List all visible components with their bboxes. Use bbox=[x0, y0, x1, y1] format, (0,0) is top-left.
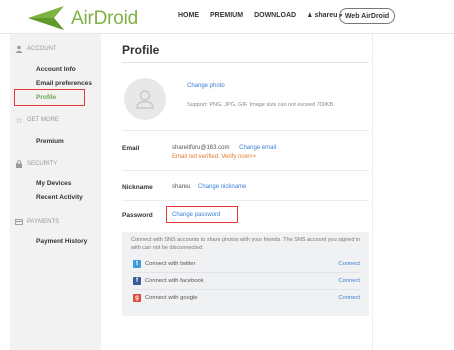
divider bbox=[122, 62, 369, 63]
email-verify-warning[interactable]: Email not verified. Verify now>> bbox=[172, 154, 256, 160]
user-menu[interactable]: ♟ shareu▼ bbox=[307, 12, 343, 19]
nickname-value: shareu bbox=[172, 184, 191, 190]
avatar[interactable] bbox=[124, 78, 166, 120]
sns-description: Connect with SNS accounts to share photo… bbox=[131, 237, 361, 251]
nav-premium[interactable]: PREMIUM bbox=[210, 12, 243, 19]
sns-label: Connect with twitter bbox=[145, 261, 196, 267]
sidebar-item-premium[interactable]: Premium bbox=[36, 138, 64, 145]
sidebar-section-getmore: ☆ GET MORE bbox=[15, 115, 59, 125]
twitter-icon: t bbox=[133, 260, 141, 268]
card-icon bbox=[15, 218, 23, 226]
user-placeholder-icon bbox=[136, 90, 154, 109]
sns-label: Connect with google bbox=[145, 295, 198, 301]
airdroid-logo-icon bbox=[28, 6, 64, 30]
profile-panel: Profile Change photo Support: PNG, JPG, … bbox=[112, 34, 372, 350]
top-header: AirDroid HOME PREMIUM DOWNLOAD ♟ shareu▼ … bbox=[0, 0, 454, 34]
email-row: shareitforu@163.com Change email bbox=[172, 145, 276, 151]
sns-row-google: g Connect with google Connect bbox=[133, 292, 360, 304]
change-nickname-link[interactable]: Change nickname bbox=[198, 184, 246, 190]
logo-text: AirDroid bbox=[71, 7, 139, 29]
change-password-highlight-box bbox=[166, 206, 238, 223]
divider bbox=[122, 170, 369, 171]
lock-icon bbox=[15, 160, 23, 168]
google-icon: g bbox=[133, 294, 141, 302]
nav-download[interactable]: DOWNLOAD bbox=[254, 12, 296, 19]
photo-support-text: Support: PNG, JPG, GIF. Image size can n… bbox=[187, 102, 335, 108]
divider bbox=[122, 200, 369, 201]
divider bbox=[133, 289, 360, 290]
sidebar-section-label: SECURITY bbox=[27, 161, 58, 167]
sidebar-section-security: SECURITY bbox=[15, 160, 57, 168]
user-icon: ♟ bbox=[307, 13, 313, 19]
facebook-icon: f bbox=[133, 277, 141, 285]
divider bbox=[133, 272, 360, 273]
connect-facebook-button[interactable]: Connect bbox=[338, 278, 360, 284]
profile-highlight-box bbox=[14, 89, 85, 106]
user-name: shareu bbox=[314, 12, 338, 19]
sidebar-item-email-preferences[interactable]: Email preferences bbox=[36, 80, 92, 87]
sidebar-item-my-devices[interactable]: My Devices bbox=[36, 180, 71, 187]
sns-panel: Connect with SNS accounts to share photo… bbox=[122, 232, 369, 316]
sidebar-item-account-info[interactable]: Account Info bbox=[36, 66, 76, 73]
sidebar-section-label: GET MORE bbox=[27, 117, 59, 123]
star-icon: ☆ bbox=[15, 115, 23, 125]
sidebar-section-account: ACCOUNT bbox=[15, 45, 57, 53]
right-margin-area bbox=[372, 34, 454, 350]
password-label: Password bbox=[122, 212, 153, 219]
sns-label: Connect with facebook bbox=[145, 278, 204, 284]
email-value: shareitforu@163.com bbox=[172, 145, 230, 151]
sns-row-twitter: t Connect with twitter Connect bbox=[133, 258, 360, 270]
sns-row-facebook: f Connect with facebook Connect bbox=[133, 275, 360, 287]
change-email-link[interactable]: Change email bbox=[239, 145, 276, 151]
connect-twitter-button[interactable]: Connect bbox=[338, 261, 360, 267]
nav-home[interactable]: HOME bbox=[178, 12, 199, 19]
nickname-row: shareu Change nickname bbox=[172, 184, 246, 190]
sidebar-item-payment-history[interactable]: Payment History bbox=[36, 238, 87, 245]
connect-google-button[interactable]: Connect bbox=[338, 295, 360, 301]
account-icon bbox=[15, 45, 23, 53]
sidebar-item-recent-activity[interactable]: Recent Activity bbox=[36, 194, 83, 201]
change-photo-link[interactable]: Change photo bbox=[187, 83, 225, 89]
sidebar-section-label: PAYMENTS bbox=[27, 219, 60, 225]
airdroid-logo[interactable]: AirDroid bbox=[28, 6, 138, 30]
sidebar-section-label: ACCOUNT bbox=[27, 46, 57, 52]
email-label: Email bbox=[122, 145, 140, 152]
nickname-label: Nickname bbox=[122, 184, 153, 191]
page-title: Profile bbox=[122, 43, 160, 57]
main-nav: HOME PREMIUM DOWNLOAD ♟ shareu▼ bbox=[178, 12, 354, 19]
sidebar-section-payments: PAYMENTS bbox=[15, 218, 59, 226]
divider bbox=[122, 130, 369, 131]
web-airdroid-button[interactable]: Web AirDroid bbox=[339, 8, 395, 24]
sidebar: ACCOUNT Account Info Email preferences P… bbox=[10, 34, 101, 350]
